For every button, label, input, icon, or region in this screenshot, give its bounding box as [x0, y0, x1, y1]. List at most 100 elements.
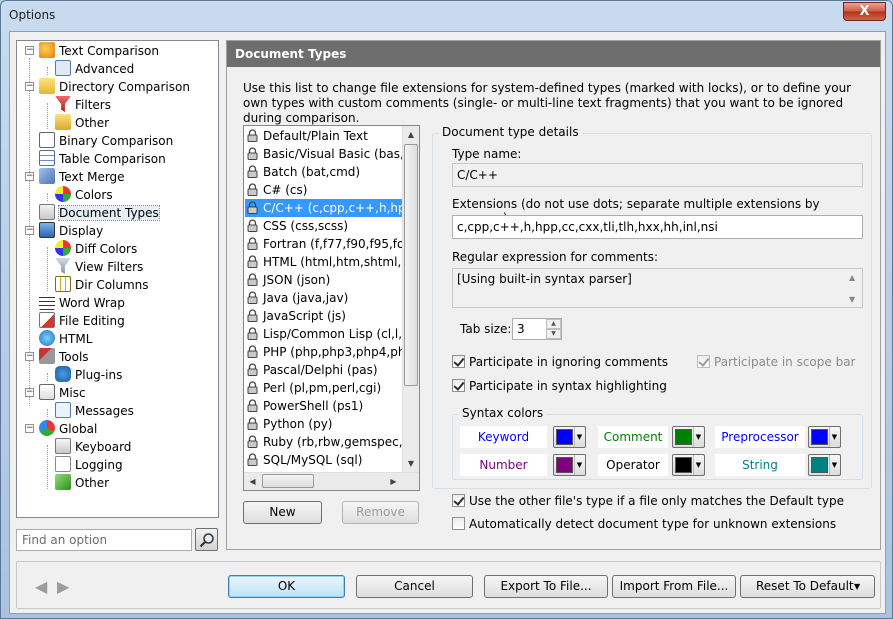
back-arrow-icon[interactable]: ◀ — [35, 577, 47, 596]
document-type-item[interactable]: Fortran (f,f77,f90,f95,for) — [245, 235, 402, 253]
scroll-down-icon[interactable]: ▼ — [403, 455, 419, 472]
forward-arrow-icon[interactable]: ▶ — [57, 577, 69, 596]
auto-detect-checkbox[interactable]: Automatically detect document type for u… — [452, 516, 836, 532]
increment-icon[interactable]: ▲ — [546, 319, 561, 329]
regex-scrollbar[interactable]: ▲ ▼ — [845, 269, 862, 307]
document-type-item[interactable]: PowerShell (ps1) — [245, 397, 402, 415]
tree-item-plug-ins[interactable]: Plug-ins — [55, 366, 125, 384]
tree-item-directory-other[interactable]: Other — [55, 114, 112, 132]
document-type-item[interactable]: JavaScript (js) — [245, 307, 402, 325]
collapse-toggle[interactable]: − — [25, 352, 34, 361]
tree-item-dir-columns[interactable]: Dir Columns — [55, 276, 152, 294]
string-color-picker[interactable]: ▼ — [808, 454, 841, 476]
document-type-item[interactable]: CSS (css,scss) — [245, 217, 402, 235]
close-button[interactable]: X — [843, 2, 886, 21]
participate-scope-checkbox[interactable]: Participate in scope bar — [697, 354, 856, 370]
scroll-down-icon[interactable]: ▼ — [849, 295, 855, 304]
tree-item-messages[interactable]: Messages — [55, 402, 137, 420]
ok-button[interactable]: OK — [228, 575, 345, 598]
document-type-item[interactable]: C# (cs) — [245, 181, 402, 199]
tree-item-binary-comparison[interactable]: Binary Comparison — [39, 132, 176, 150]
document-type-item[interactable]: Batch (bat,cmd) — [245, 163, 402, 181]
tree-item-view-filters[interactable]: View Filters — [55, 258, 146, 276]
import-from-file-button[interactable]: Import From File... — [612, 575, 736, 598]
tree-item-text-merge[interactable]: Text Merge — [39, 168, 128, 186]
tab-size-stepper[interactable]: 3 ▲ ▼ — [512, 318, 562, 340]
export-to-file-button[interactable]: Export To File... — [484, 575, 608, 598]
tree-item-logging[interactable]: Logging — [55, 456, 126, 474]
extensions-field[interactable]: c,cpp,c++,h,hpp,cc,cxx,tli,tlh,hxx,hh,in… — [452, 215, 863, 239]
options-tree[interactable]: − − − − − − − Text Comparison Advanced D… — [16, 40, 219, 518]
participate-syntax-checkbox[interactable]: Participate in syntax highlighting — [452, 378, 667, 394]
scroll-up-icon[interactable]: ▲ — [403, 126, 419, 143]
tree-item-word-wrap[interactable]: Word Wrap — [39, 294, 128, 312]
preprocessor-color-picker[interactable]: ▼ — [808, 426, 841, 448]
checkbox-unchecked-icon — [452, 517, 465, 530]
scroll-right-icon[interactable]: ▶ — [385, 473, 402, 490]
string-color-label: String — [715, 454, 805, 476]
document-type-item[interactable]: PHP (php,php3,php4,phtml) — [245, 343, 402, 361]
document-types-list[interactable]: Default/Plain Text Basic/Visual Basic (ba… — [243, 125, 420, 491]
chevron-down-icon[interactable]: ▼ — [854, 576, 874, 597]
document-type-item[interactable]: Pascal/Delphi (pas) — [245, 361, 402, 379]
number-color-picker[interactable]: ▼ — [553, 454, 586, 476]
tree-item-directory-comparison[interactable]: Directory Comparison — [39, 78, 193, 96]
tree-item-diff-colors[interactable]: Diff Colors — [55, 240, 140, 258]
participate-ignoring-checkbox[interactable]: Participate in ignoring comments — [452, 354, 668, 370]
use-other-type-checkbox[interactable]: Use the other file's type if a file only… — [452, 493, 844, 509]
operator-color-picker[interactable]: ▼ — [672, 454, 705, 476]
scroll-up-icon[interactable]: ▲ — [849, 273, 855, 282]
find-button[interactable] — [195, 528, 218, 551]
folder-other-icon — [55, 114, 71, 130]
list-vertical-scrollbar[interactable]: ▲ ▼ — [402, 126, 419, 472]
tree-item-display[interactable]: Display — [39, 222, 106, 240]
collapse-toggle[interactable]: − — [25, 424, 34, 433]
tree-item-html[interactable]: HTML — [39, 330, 95, 348]
tree-item-global[interactable]: Global — [39, 420, 100, 438]
tree-item-filters[interactable]: Filters — [55, 96, 114, 114]
tree-item-text-comparison[interactable]: Text Comparison — [39, 42, 162, 60]
new-button[interactable]: New — [243, 501, 322, 524]
tree-item-misc[interactable]: Misc — [39, 384, 89, 402]
document-type-item[interactable]: Basic/Visual Basic (bas,vb,vbs) — [245, 145, 402, 163]
document-type-item[interactable]: JSON (json) — [245, 271, 402, 289]
remove-button[interactable]: Remove — [342, 501, 419, 524]
collapse-toggle[interactable]: − — [25, 226, 34, 235]
document-type-item[interactable]: Python (py) — [245, 415, 402, 433]
collapse-toggle[interactable]: − — [25, 172, 34, 181]
regex-comments-field[interactable]: [Using built-in syntax parser] ▲ ▼ — [452, 268, 863, 308]
cancel-button[interactable]: Cancel — [356, 575, 473, 598]
scroll-thumb[interactable] — [404, 144, 418, 386]
document-type-item[interactable]: Default/Plain Text — [245, 127, 402, 145]
keyword-color-picker[interactable]: ▼ — [553, 426, 586, 448]
tree-item-file-editing[interactable]: File Editing — [39, 312, 128, 330]
tree-item-document-types[interactable]: Document Types — [39, 204, 162, 222]
scroll-thumb[interactable] — [262, 474, 314, 488]
tree-item-keyboard[interactable]: Keyboard — [55, 438, 134, 456]
document-type-label: CSS (css,scss) — [263, 219, 349, 233]
document-type-item[interactable]: Lisp/Common Lisp (cl,l,lsp) — [245, 325, 402, 343]
document-type-item[interactable]: SQL/MySQL (sql) — [245, 451, 402, 469]
tree-item-table-comparison[interactable]: Table Comparison — [39, 150, 169, 168]
collapse-toggle[interactable]: − — [25, 82, 34, 91]
comment-color-picker[interactable]: ▼ — [672, 426, 705, 448]
tree-item-merge-colors[interactable]: Colors — [55, 186, 116, 204]
scroll-left-icon[interactable]: ◀ — [244, 473, 261, 490]
type-name-field[interactable]: C/C++ — [452, 163, 863, 187]
tree-item-advanced[interactable]: Advanced — [55, 60, 137, 78]
list-horizontal-scrollbar[interactable]: ◀ ▶ — [244, 472, 419, 490]
tree-item-global-other[interactable]: Other — [55, 474, 112, 492]
document-type-item[interactable]: Ruby (rb,rbw,gemspec,erb) — [245, 433, 402, 451]
document-type-item[interactable]: Java (java,jav) — [245, 289, 402, 307]
tree-item-tools[interactable]: Tools — [39, 348, 92, 366]
find-option-input[interactable]: Find an option — [16, 529, 192, 551]
reset-to-default-button[interactable]: Reset To Default ▼ — [740, 575, 875, 598]
lock-icon — [247, 417, 258, 430]
document-type-item[interactable]: HTML (html,htm,shtml,asp) — [245, 253, 402, 271]
decrement-icon[interactable]: ▼ — [546, 329, 561, 339]
title-bar[interactable]: Options X — [1, 1, 892, 29]
collapse-toggle[interactable]: − — [25, 46, 34, 55]
collapse-toggle[interactable]: − — [25, 388, 34, 397]
document-type-item[interactable]: Perl (pl,pm,perl,cgi) — [245, 379, 402, 397]
document-type-item[interactable]: C/C++ (c,cpp,c++,h,hpp,cc,cxx) — [245, 199, 402, 217]
